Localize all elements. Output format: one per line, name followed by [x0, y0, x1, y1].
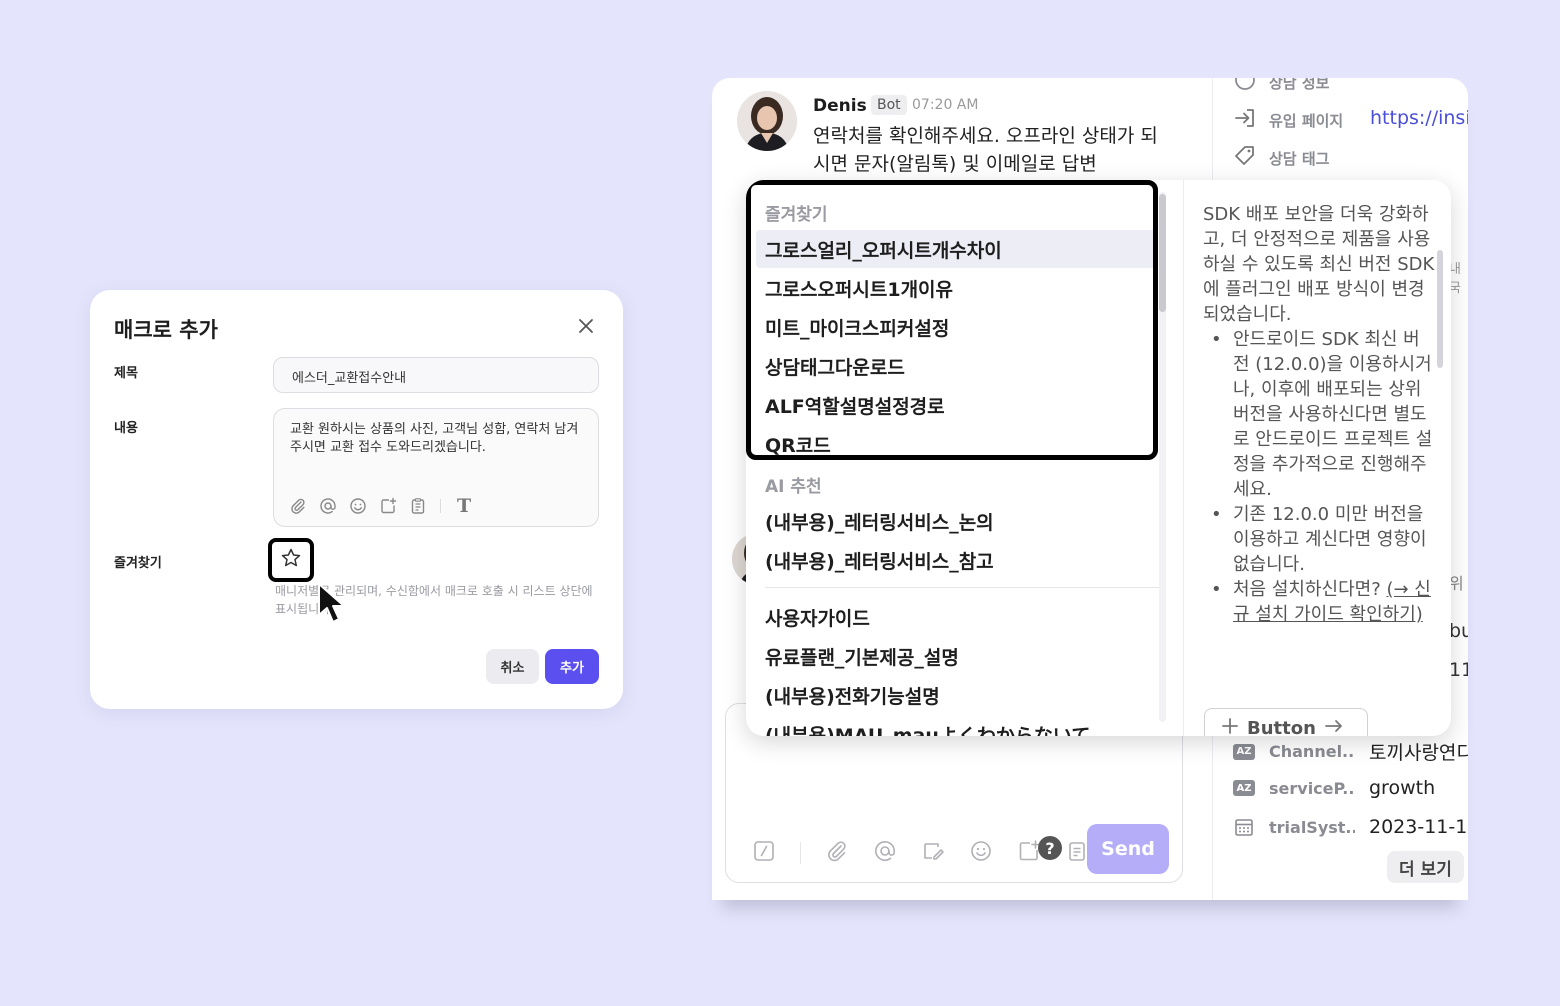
- title-label: 제목: [114, 366, 138, 381]
- text-format-icon[interactable]: T: [457, 495, 471, 517]
- tag-icon: [1233, 144, 1257, 172]
- app-plus-icon[interactable]: [1017, 839, 1041, 867]
- consult-tag-label: 상담 태그: [1269, 149, 1330, 168]
- clipped-text: 11: [1449, 659, 1468, 681]
- emoji-icon[interactable]: [969, 839, 993, 867]
- section-divider: [765, 587, 1165, 588]
- content-text[interactable]: 교환 원하시는 상품의 사진, 고객님 성함, 연락처 남겨주시면 교환 접수 …: [290, 421, 586, 457]
- attribute-value[interactable]: growth: [1369, 777, 1435, 799]
- arrow-right-icon: [1324, 717, 1344, 737]
- preview-text: SDK 배포 보안을 더욱 강화하고, 더 안정적으로 제품을 사용하실 수 있…: [1203, 204, 1435, 325]
- add-button[interactable]: 추가: [545, 649, 599, 684]
- macro-item[interactable]: (내부용)전화기능설명: [756, 676, 1158, 714]
- favorites-section-title: 즐겨찾기: [765, 205, 828, 225]
- macro-item[interactable]: ALF역할설명설정경로: [756, 386, 1158, 424]
- attachment-icon[interactable]: [288, 496, 308, 516]
- preview-button[interactable]: Button: [1204, 708, 1368, 736]
- attribute-key: Channel...: [1269, 742, 1355, 761]
- favorite-star-button[interactable]: [268, 538, 314, 582]
- app-plus-icon[interactable]: [378, 496, 398, 516]
- cancel-button[interactable]: 취소: [486, 649, 539, 684]
- macro-item[interactable]: (내부용)_레터링서비스_논의: [756, 502, 1158, 540]
- show-more-button[interactable]: 더 보기: [1387, 851, 1464, 883]
- add-macro-modal: 매크로 추가 제목 에스더_교환접수안내 내용 교환 원하시는 상품의 사진, …: [90, 290, 623, 709]
- preview-bullet: 안드로이드 SDK 최신 버전 (12.0.0)을 이용하시거나, 이후에 배포…: [1203, 327, 1435, 502]
- attribute-row: AZ Channel... 토끼사랑연디: [1233, 738, 1468, 765]
- preview-bullet-list: 안드로이드 SDK 최신 버전 (12.0.0)을 이용하시거나, 이후에 배포…: [1203, 327, 1435, 627]
- enter-icon: [1233, 106, 1257, 134]
- toolbar-divider: [440, 499, 441, 513]
- macro-item[interactable]: 그로스오퍼시트1개이유: [756, 269, 1158, 307]
- clipboard-icon[interactable]: [408, 496, 428, 516]
- macro-item[interactable]: 상담태그다운로드: [756, 347, 1158, 385]
- scrollbar-thumb[interactable]: [1159, 194, 1166, 312]
- help-icon[interactable]: ?: [1038, 836, 1062, 860]
- macro-dropdown: 즐겨찾기 그로스얼리_오퍼시트개수차이 그로스오퍼시트1개이유 미트_마이크스피…: [746, 180, 1451, 736]
- mention-icon[interactable]: [873, 839, 897, 867]
- clipboard-icon[interactable]: [1065, 839, 1089, 867]
- attribute-row: AZ serviceP... growth: [1233, 777, 1435, 799]
- macro-item[interactable]: 미트_마이크스피커설정: [756, 308, 1158, 346]
- macro-item[interactable]: 유료플랜_기본제공_설명: [756, 637, 1158, 675]
- text-type-icon: AZ: [1233, 743, 1255, 760]
- attribute-value[interactable]: 토끼사랑연디: [1369, 738, 1468, 765]
- macro-list: 즐겨찾기 그로스얼리_오퍼시트개수차이 그로스오퍼시트1개이유 미트_마이크스피…: [746, 180, 1170, 736]
- plus-icon: [1221, 717, 1239, 737]
- modal-title: 매크로 추가: [114, 318, 218, 342]
- emoji-icon[interactable]: [348, 496, 368, 516]
- attachment-icon[interactable]: [825, 839, 849, 867]
- toolbar-divider: [800, 842, 801, 864]
- macro-item[interactable]: (내부용)MAU_mauよくわからないて: [756, 715, 1158, 737]
- mention-icon[interactable]: [318, 496, 338, 516]
- bot-badge: Bot: [871, 95, 907, 115]
- ai-section-title: AI 추천: [765, 477, 822, 497]
- avatar: [737, 91, 797, 151]
- consult-tag-row[interactable]: 상담 태그: [1233, 144, 1329, 172]
- attribute-row: trialSyst... 2023-11-16: [1233, 816, 1468, 838]
- macro-preview: SDK 배포 보안을 더욱 강화하고, 더 안정적으로 제품을 사용하실 수 있…: [1183, 180, 1451, 736]
- inflow-page-row: 유입 페이지: [1233, 106, 1343, 134]
- inflow-page-link[interactable]: https://insi: [1370, 107, 1468, 129]
- info-icon: [1233, 78, 1257, 96]
- attribute-value[interactable]: 2023-11-16: [1369, 816, 1468, 838]
- content-label: 내용: [114, 421, 138, 436]
- inflow-page-label: 유입 페이지: [1269, 111, 1344, 130]
- content-toolbar: T: [288, 495, 471, 517]
- preview-bullet: 기존 12.0.0 미만 버전을 이용하고 계신다면 영향이 없습니다.: [1203, 502, 1435, 577]
- preview-bullet-text: 처음 설치하신다면?: [1233, 579, 1387, 600]
- content-textarea[interactable]: 교환 원하시는 상품의 사진, 고객님 성함, 연락처 남겨주시면 교환 접수 …: [273, 408, 599, 527]
- preview-bullet: 처음 설치하신다면? (→ 신규 설치 가이드 확인하기): [1203, 577, 1435, 627]
- clipped-text: 내국: [1449, 262, 1461, 296]
- macro-item[interactable]: 그로스얼리_오퍼시트개수차이: [756, 230, 1158, 268]
- preview-button-label: Button: [1247, 717, 1316, 737]
- favorite-label: 즐겨찾기: [114, 556, 162, 571]
- message-time: 07:20 AM: [912, 97, 979, 113]
- consult-info-label: 상담 정보: [1269, 78, 1330, 92]
- close-icon[interactable]: [576, 316, 596, 336]
- macro-item[interactable]: QR코드: [756, 425, 1158, 463]
- attribute-key: serviceP...: [1269, 778, 1355, 798]
- attribute-key: trialSyst...: [1269, 817, 1355, 837]
- macro-item[interactable]: 사용자가이드: [756, 598, 1158, 636]
- calendar-icon: [1233, 817, 1255, 837]
- star-icon: [280, 547, 302, 573]
- title-input[interactable]: 에스더_교환접수안내: [273, 357, 599, 393]
- clipped-text: 위: [1449, 574, 1464, 593]
- macro-item[interactable]: (내부용)_레터링서비스_참고: [756, 541, 1158, 579]
- slash-command-icon[interactable]: [752, 839, 776, 867]
- preview-scrollbar-thumb[interactable]: [1437, 250, 1443, 368]
- send-button[interactable]: Send: [1087, 824, 1169, 874]
- mouse-cursor-icon: [316, 582, 352, 626]
- clipped-text: bu: [1449, 620, 1468, 642]
- message-text: 연락처를 확인해주세요. 오프라인 상태가 되시면 문자(알림톡) 및 이메일로…: [813, 125, 1158, 175]
- consult-info-row: 상담 정보: [1233, 78, 1329, 96]
- text-type-icon: AZ: [1233, 780, 1255, 796]
- sender-name: Denis: [813, 96, 867, 116]
- message-template-icon[interactable]: [921, 839, 945, 867]
